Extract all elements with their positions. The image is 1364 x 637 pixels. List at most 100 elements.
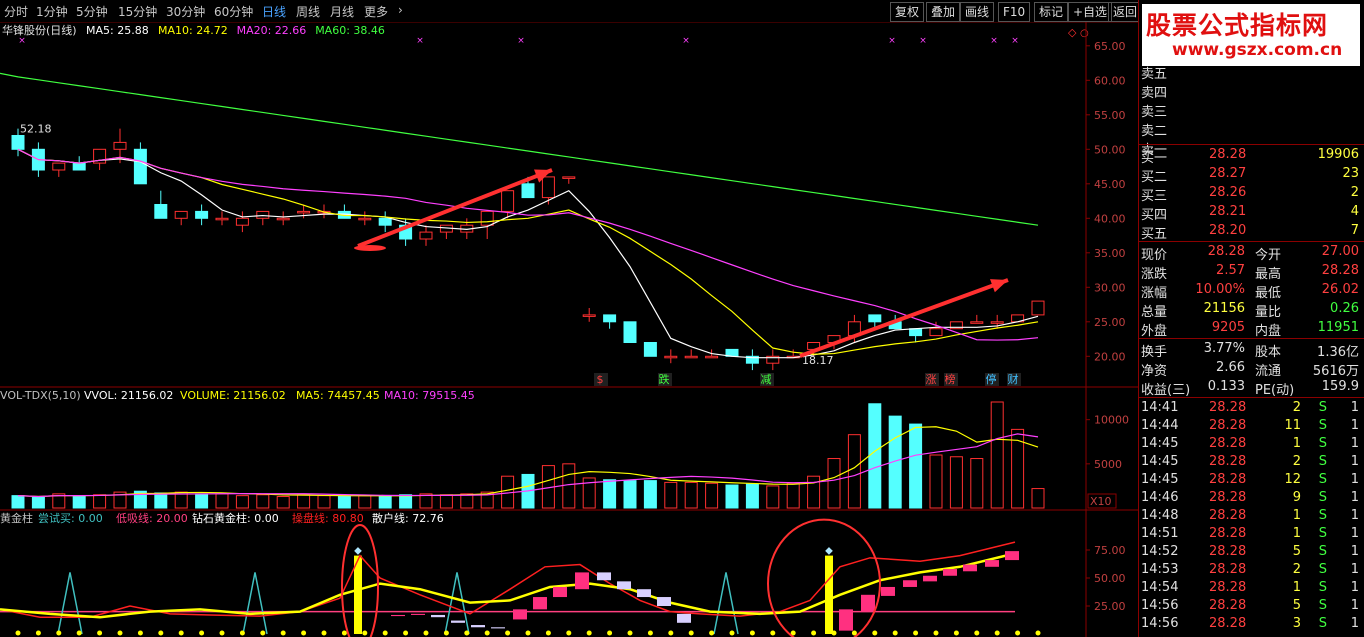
- tick-vol: 12: [1284, 472, 1301, 487]
- vol-label-1: VVOL: 21156.02: [84, 389, 173, 402]
- annotation-dot: [354, 245, 386, 251]
- stat2-label: 流通: [1255, 364, 1282, 379]
- toolbar-button-4[interactable]: 标记: [1034, 2, 1069, 22]
- event-marker-2: 减: [761, 373, 772, 386]
- candle-body: [419, 231, 433, 240]
- gold-signal-block: [391, 614, 405, 617]
- quote-sidebar: 卖五 卖四 卖三 卖二 卖一 买一 28.28 19906 买二 28.27 23 买三 28.26 2 买…: [1138, 0, 1364, 637]
- stat2-row: 收益(三) 0.133 PE(动) 159.9: [1139, 378, 1364, 398]
- period-tab-0[interactable]: 分时: [4, 3, 28, 20]
- event-marker-6: 财: [1008, 372, 1019, 386]
- tick-vol: 11: [1284, 418, 1301, 433]
- candle-body: [582, 314, 596, 317]
- cross-marker: ×: [18, 36, 26, 46]
- gold-signal-block: [943, 569, 957, 576]
- stat-label: 量比: [1255, 305, 1282, 320]
- price-tick-label: 40.00: [1094, 212, 1126, 225]
- baseline-dot: [872, 630, 878, 636]
- diamond-icon: ◇: [1068, 26, 1077, 39]
- baseline-dot: [464, 630, 470, 636]
- diamond-gold-icon: ◆: [354, 546, 362, 557]
- tick-row: 14:51 28.28 1 S 1: [1139, 525, 1364, 543]
- volume-bar: [786, 482, 800, 509]
- buy-vol: 4: [1350, 204, 1359, 219]
- toolbar-button-5[interactable]: +自选: [1068, 2, 1113, 22]
- volume-bar: [807, 475, 821, 509]
- candle-body: [970, 321, 984, 324]
- stat-label: 涨幅: [1141, 286, 1168, 301]
- gold-tick-label: 25.00: [1094, 600, 1126, 613]
- volume-bar: [766, 485, 780, 509]
- period-tab-7[interactable]: 周线: [296, 3, 320, 20]
- buy-price: 28.27: [1209, 166, 1247, 181]
- tick-row: 14:45 28.28 2 S 1: [1139, 453, 1364, 471]
- period-tab-8[interactable]: 月线: [330, 3, 354, 20]
- toolbar-button-3[interactable]: F10: [998, 2, 1031, 22]
- vol-label-0: VOL-TDX(5,10): [0, 389, 81, 402]
- candle-body: [562, 176, 576, 179]
- period-tab-3[interactable]: 15分钟: [118, 3, 157, 20]
- volume-bar: [847, 434, 861, 509]
- tick-count: 1: [1350, 418, 1359, 433]
- period-tab-6[interactable]: 日线: [262, 3, 286, 20]
- tick-time: 14:56: [1141, 598, 1179, 613]
- volume-bar: [358, 495, 372, 509]
- stat-value: 26.02: [1321, 282, 1359, 297]
- event-marker-3: 涨: [926, 373, 937, 386]
- volume-bar: [297, 494, 311, 509]
- baseline-dot: [627, 630, 633, 636]
- gold-signal-block: [923, 575, 937, 582]
- volume-bar: [643, 480, 657, 509]
- baseline-dot: [525, 630, 531, 636]
- tick-count: 1: [1350, 562, 1359, 577]
- baseline-dot: [668, 630, 674, 636]
- period-tab-2[interactable]: 5分钟: [76, 3, 108, 20]
- tick-vol: 1: [1292, 436, 1301, 451]
- toolbar-button-6[interactable]: 返回: [1108, 2, 1143, 22]
- baseline-dot: [403, 630, 409, 636]
- baseline-dot: [178, 630, 184, 636]
- gold-label-2: 低吸线: 20.00: [116, 511, 188, 525]
- baseline-dot: [545, 630, 551, 636]
- candle-body: [297, 210, 311, 214]
- baseline-dot: [688, 630, 694, 636]
- cross-marker: ×: [416, 36, 424, 46]
- baseline-dot: [484, 630, 490, 636]
- tick-price: 28.28: [1209, 526, 1247, 541]
- baseline-dot: [647, 630, 653, 636]
- period-tab-4[interactable]: 30分钟: [166, 3, 205, 20]
- gold-column-panel: 黄金柱 尝试买: 0.00 低吸线: 20.00 钻石黄金柱: 0.00 操盘线: 80…: [0, 511, 1126, 637]
- stat-value: 21156: [1203, 301, 1245, 316]
- candle-body: [705, 355, 719, 359]
- period-tab-5[interactable]: 60分钟: [214, 3, 253, 20]
- period-tab-9[interactable]: 更多: [364, 3, 388, 20]
- tick-price: 28.28: [1209, 490, 1247, 505]
- volume-bar: [745, 483, 759, 509]
- sell-row: 卖二: [1139, 119, 1364, 139]
- stat-row: 涨跌 2.57 最高 28.28: [1139, 262, 1364, 282]
- ma60-line: [0, 72, 1039, 226]
- tick-side: S: [1318, 436, 1327, 451]
- toolbar-button-1[interactable]: 叠加: [926, 2, 961, 22]
- price-tick-label: 55.00: [1094, 109, 1126, 122]
- vol-label-3: MA5: 74457.45: [296, 389, 380, 402]
- gold-signal-block: [1005, 551, 1019, 561]
- candle-body: [990, 321, 1004, 324]
- divider: [1139, 397, 1364, 398]
- buy-vol: 23: [1342, 166, 1359, 181]
- toolbar-button-0[interactable]: 复权: [890, 2, 925, 22]
- volume-bar: [1031, 488, 1045, 509]
- kline-chart-area[interactable]: 65.00 60.00 55.00 50.00 45.00 40.00 35.00 30.00…: [0, 22, 1138, 637]
- toolbar-button-2[interactable]: 画线: [960, 2, 995, 22]
- baseline-dot: [15, 630, 21, 636]
- tick-count: 1: [1350, 472, 1359, 487]
- candle-body: [215, 217, 229, 221]
- candle-body: [868, 314, 882, 323]
- buy-vol: 7: [1350, 223, 1359, 238]
- stat2-label: 股本: [1255, 345, 1282, 360]
- tick-price: 28.28: [1209, 436, 1247, 451]
- more-chevron-icon[interactable]: ›: [398, 3, 403, 17]
- period-tab-1[interactable]: 1分钟: [36, 3, 68, 20]
- baseline-dot: [35, 630, 41, 636]
- buy-row: 买五 28.20 7: [1139, 222, 1364, 242]
